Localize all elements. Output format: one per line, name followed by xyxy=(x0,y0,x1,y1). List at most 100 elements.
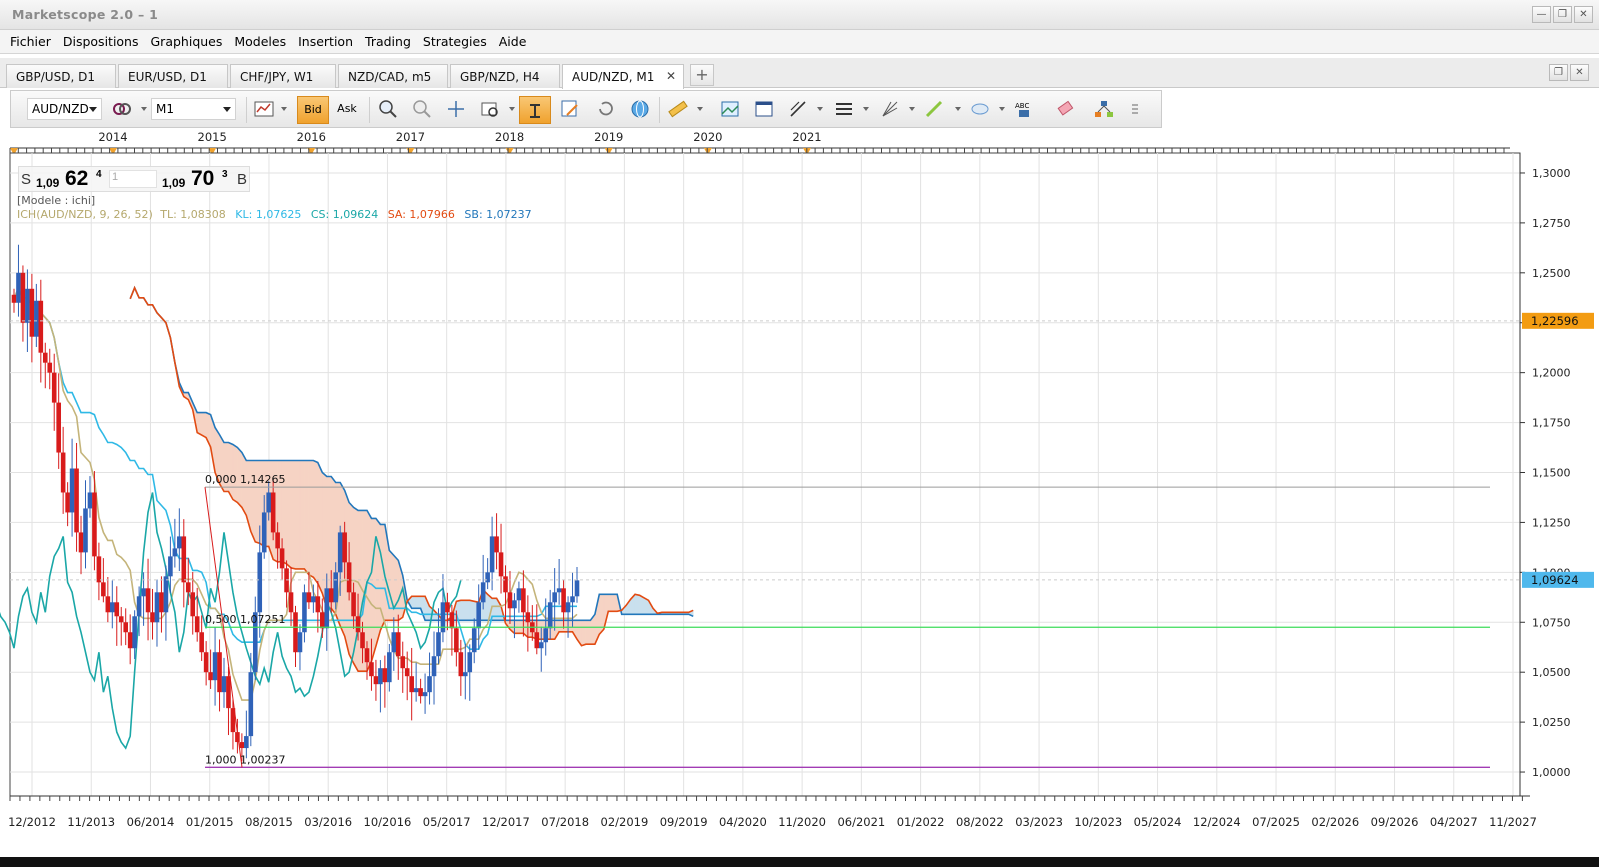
timeframe-select[interactable]: M1 xyxy=(151,98,236,120)
bid-button[interactable]: Bid xyxy=(297,96,329,124)
chart-close-icon[interactable]: ✕ xyxy=(1570,64,1589,81)
price-tick-label: 1,1500 xyxy=(1532,467,1571,480)
candle-body xyxy=(324,588,330,629)
menu-fichier[interactable]: Fichier xyxy=(4,34,57,49)
cloud-segment xyxy=(322,471,328,609)
menu-dispositions[interactable]: Dispositions xyxy=(57,34,145,49)
menu-trading[interactable]: Trading xyxy=(359,34,417,49)
more-tools-icon[interactable] xyxy=(1129,98,1141,120)
ruler-icon[interactable] xyxy=(667,98,689,120)
sell-price-big[interactable]: 62 xyxy=(65,167,88,191)
cloud-segment xyxy=(201,412,207,438)
data-window-dropdown-icon[interactable] xyxy=(509,107,515,111)
restore-icon[interactable]: ❐ xyxy=(1553,6,1572,23)
candle-body xyxy=(25,288,30,323)
price-marker-label: 1,22596 xyxy=(1531,314,1579,328)
text-label-icon[interactable]: ABC xyxy=(1013,98,1035,120)
fan-icon[interactable] xyxy=(879,98,901,120)
candle-body xyxy=(351,592,356,617)
ruler-dropdown-icon[interactable] xyxy=(697,107,703,111)
tab-chfjpy-w1[interactable]: CHF/JPY, W1 xyxy=(230,64,336,88)
pen-icon[interactable] xyxy=(923,98,945,120)
horizontal-lines-dropdown-icon[interactable] xyxy=(863,107,869,111)
cloud-segment xyxy=(393,554,399,621)
tab-gbpnzd-h4[interactable]: GBP/NZD, H4 xyxy=(450,64,560,88)
chart-restore-icon[interactable]: ❐ xyxy=(1549,64,1568,81)
price-tick-label: 1,1250 xyxy=(1532,516,1571,529)
cloud-segment xyxy=(460,600,466,621)
candle-body xyxy=(471,628,477,653)
ichimoku-chart[interactable]: 2014 2015 2016 2017 2018 2019 2020 2021 0,000 1… xyxy=(0,128,1599,857)
menu-insertion[interactable]: Insertion xyxy=(292,34,359,49)
refresh-icon[interactable] xyxy=(595,98,617,120)
zoom-out-icon[interactable] xyxy=(411,98,433,120)
buy-price-prefix[interactable]: 1,09 xyxy=(162,176,185,190)
eraser-icon[interactable] xyxy=(1055,98,1077,120)
ask-button[interactable]: Ask xyxy=(331,96,363,124)
buy-label[interactable]: B xyxy=(237,171,247,188)
anchor-button[interactable] xyxy=(519,96,551,124)
image-icon[interactable] xyxy=(719,98,741,120)
link-dropdown-icon[interactable] xyxy=(141,107,147,111)
tab-eurusd-d1[interactable]: EUR/USD, D1 xyxy=(118,64,228,88)
price-tick-label: 1,0000 xyxy=(1532,766,1571,779)
candle-body xyxy=(445,602,450,613)
candle-body xyxy=(51,372,57,403)
amount-input[interactable]: 1 xyxy=(109,170,157,188)
properties-icon[interactable] xyxy=(559,98,581,120)
trendline-dropdown-icon[interactable] xyxy=(817,107,823,111)
menu-strategies[interactable]: Strategies xyxy=(417,34,493,49)
data-window-icon[interactable] xyxy=(479,98,501,120)
link-icon[interactable] xyxy=(111,98,133,120)
cloud-segment xyxy=(366,509,372,672)
cloud-segment xyxy=(286,460,292,569)
window-icon[interactable] xyxy=(753,98,775,120)
close-icon[interactable]: ✕ xyxy=(1574,6,1593,23)
price-tick-label: 1,1750 xyxy=(1532,417,1571,430)
chart-area[interactable]: 2014 2015 2016 2017 2018 2019 2020 2021 0,000 1… xyxy=(0,128,1599,867)
crosshair-icon[interactable] xyxy=(445,98,467,120)
ellipse-icon[interactable] xyxy=(969,98,991,120)
indicator-legend[interactable]: ICH(AUD/NZD, 9, 26, 52) TL: 1,08308 KL: … xyxy=(17,208,532,221)
tab-audnzd-m1[interactable]: AUD/NZD, M1 ✕ xyxy=(562,64,684,89)
title-bar: Marketscope 2.0 – 1 — ❐ ✕ xyxy=(0,0,1599,30)
sell-price-prefix[interactable]: 1,09 xyxy=(36,176,59,190)
ellipse-dropdown-icon[interactable] xyxy=(999,107,1005,111)
candle-body xyxy=(190,592,196,617)
candle-body xyxy=(87,492,93,509)
candle-body xyxy=(275,532,280,549)
cloud-segment xyxy=(304,460,310,576)
price-tick-label: 1,0500 xyxy=(1532,666,1571,679)
trendline-icon[interactable] xyxy=(787,98,809,120)
symbol-select[interactable]: AUD/NZD xyxy=(27,98,102,120)
candle-body xyxy=(110,602,115,613)
time-axis-label: 04/2020 xyxy=(719,815,767,829)
candle-body xyxy=(83,508,88,553)
chart-type-icon[interactable] xyxy=(253,98,275,120)
add-tab-icon[interactable]: + xyxy=(690,64,714,86)
menu-modeles[interactable]: Modeles xyxy=(228,34,292,49)
candle-body xyxy=(418,688,423,697)
hierarchy-icon[interactable] xyxy=(1093,98,1115,120)
candle-body xyxy=(203,652,209,673)
tab-gbpusd-d1[interactable]: GBP/USD, D1 xyxy=(6,64,116,88)
tab-nzdcad-m5[interactable]: NZD/CAD, m5 xyxy=(338,64,448,88)
sell-label[interactable]: S xyxy=(21,171,31,188)
minimize-icon[interactable]: — xyxy=(1532,6,1551,23)
pen-dropdown-icon[interactable] xyxy=(955,107,961,111)
globe-icon[interactable] xyxy=(629,98,651,120)
buy-price-big[interactable]: 70 xyxy=(191,167,214,191)
close-tab-icon[interactable]: ✕ xyxy=(666,69,676,83)
candle-body xyxy=(270,492,276,533)
chart-type-dropdown-icon[interactable] xyxy=(281,107,287,111)
candle-body xyxy=(74,468,79,533)
cloud-segment xyxy=(567,620,573,633)
zoom-in-icon[interactable] xyxy=(377,98,399,120)
fan-dropdown-icon[interactable] xyxy=(909,107,915,111)
menu-graphiques[interactable]: Graphiques xyxy=(145,34,229,49)
candle-body xyxy=(462,672,468,677)
separator xyxy=(369,97,370,123)
time-axis-label: 12/2024 xyxy=(1193,815,1241,829)
horizontal-lines-icon[interactable] xyxy=(833,98,855,120)
menu-aide[interactable]: Aide xyxy=(493,34,533,49)
